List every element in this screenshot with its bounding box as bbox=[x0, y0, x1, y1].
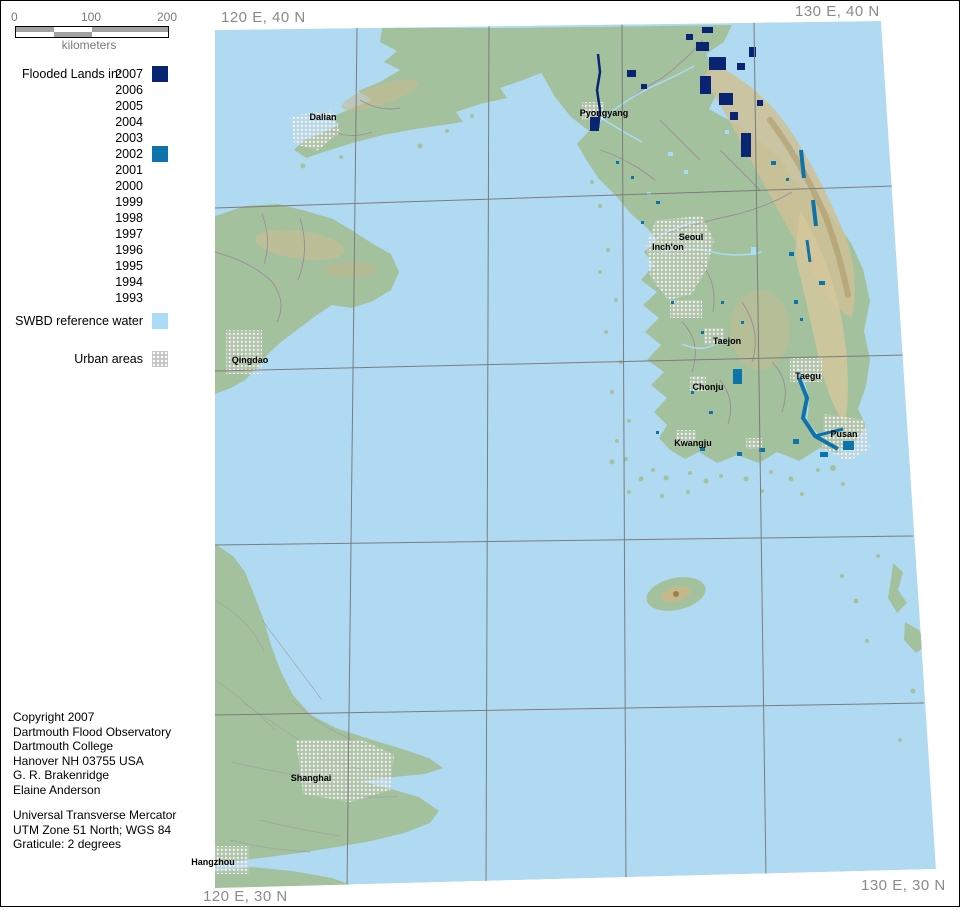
urban-seoul-south bbox=[670, 300, 702, 318]
graticule-label-bottom-right: 130 E, 30 N bbox=[861, 877, 946, 894]
legend-year: 1998 bbox=[0, 210, 143, 226]
legend-year: 2001 bbox=[0, 162, 143, 178]
credit-line: Elaine Anderson bbox=[13, 783, 171, 798]
credit-line: Dartmouth Flood Observatory bbox=[13, 725, 171, 740]
legend-swatch-urban-areas bbox=[152, 351, 168, 367]
credit-line: Dartmouth College bbox=[13, 739, 171, 754]
city-label-pusan: Pusan bbox=[830, 429, 857, 439]
credits-block: Copyright 2007 Dartmouth Flood Observato… bbox=[13, 710, 171, 797]
scale-tick-100: 100 bbox=[81, 10, 101, 24]
legend-year: 2006 bbox=[0, 82, 143, 98]
legend-urban-label: Urban areas bbox=[0, 352, 143, 366]
city-label-qingdao: Qingdao bbox=[232, 355, 269, 365]
legend-year: 2007 bbox=[0, 66, 143, 82]
credit-line: Hanover NH 03755 USA bbox=[13, 754, 171, 769]
legend-year: 1994 bbox=[0, 274, 143, 290]
scale-bar-unit-label: kilometers bbox=[34, 38, 144, 52]
legend-year: 1997 bbox=[0, 226, 143, 242]
projection-line: Graticule: 2 degrees bbox=[13, 837, 176, 852]
graticule-label-top-left: 120 E, 40 N bbox=[221, 9, 306, 26]
legend-swatch-2007 bbox=[152, 66, 168, 82]
projection-line: Universal Transverse Mercator bbox=[13, 808, 176, 823]
legend-year: 1993 bbox=[0, 290, 143, 306]
legend-year-list: 2007 2006 2005 2004 2003 2002 2001 2000 … bbox=[0, 66, 143, 306]
graticule-label-top-right: 130 E, 40 N bbox=[795, 3, 880, 20]
city-label-shanghai: Shanghai bbox=[291, 773, 332, 783]
city-label-hangzhou: Hangzhou bbox=[191, 857, 235, 867]
city-label-dalian: Dalian bbox=[309, 112, 336, 122]
legend-swatch-2002 bbox=[152, 146, 168, 162]
legend-year: 1995 bbox=[0, 258, 143, 274]
scale-tick-0: 0 bbox=[11, 10, 18, 24]
legend-swatch-swbd-water bbox=[152, 313, 168, 329]
legend-year: 1996 bbox=[0, 242, 143, 258]
legend-year: 2005 bbox=[0, 98, 143, 114]
urban-qingdao bbox=[226, 330, 262, 374]
city-label-taegu: Taegu bbox=[795, 371, 821, 381]
legend-year: 2002 bbox=[0, 146, 143, 162]
legend-year: 1999 bbox=[0, 194, 143, 210]
urban-shanghai bbox=[296, 740, 394, 802]
legend-year: 2003 bbox=[0, 130, 143, 146]
legend-year: 2000 bbox=[0, 178, 143, 194]
projection-info-block: Universal Transverse Mercator UTM Zone 5… bbox=[13, 808, 176, 852]
graticule-label-bottom-left: 120 E, 30 N bbox=[203, 888, 288, 905]
city-label-taejon: Taejon bbox=[713, 336, 741, 346]
city-label-inchon: Inch'on bbox=[652, 242, 684, 252]
projection-line: UTM Zone 51 North; WGS 84 bbox=[13, 823, 176, 838]
city-label-pyongyang: Pyongyang bbox=[580, 108, 629, 118]
scale-bar-graphic bbox=[15, 26, 169, 38]
map-page: Dalian Pyongyang Seoul Inch'on Taejon Ch… bbox=[0, 0, 960, 915]
legend-swbd-label: SWBD reference water bbox=[0, 314, 143, 328]
city-label-seoul: Seoul bbox=[679, 232, 704, 242]
credit-line: Copyright 2007 bbox=[13, 710, 171, 725]
credit-line: G. R. Brakenridge bbox=[13, 768, 171, 783]
legend-year: 2004 bbox=[0, 114, 143, 130]
city-label-chonju: Chonju bbox=[693, 382, 724, 392]
scale-tick-200: 200 bbox=[157, 10, 177, 24]
city-label-kwangju: Kwangju bbox=[674, 438, 712, 448]
